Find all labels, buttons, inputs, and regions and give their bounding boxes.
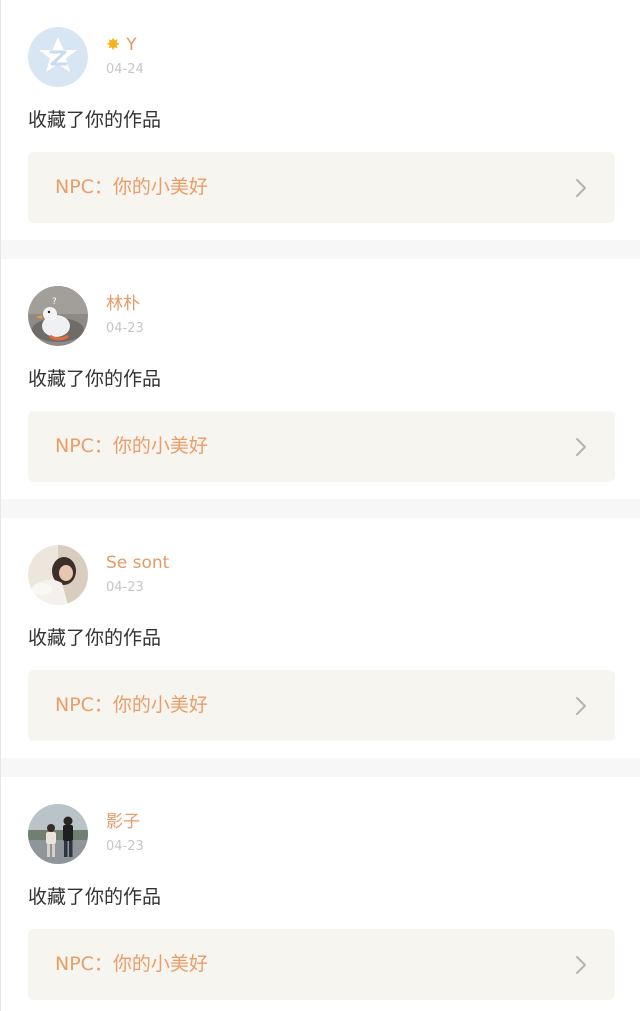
avatar[interactable]	[28, 27, 88, 87]
notification-item: ✸ Y 04-24 收藏了你的作品 NPC：你的小美好	[1, 0, 640, 240]
avatar[interactable]	[28, 804, 88, 864]
user-name[interactable]: Se sont	[106, 552, 169, 574]
section-divider	[1, 240, 640, 259]
notification-item: 影子 04-23 收藏了你的作品 NPC：你的小美好	[1, 777, 640, 1011]
timestamp: 04-23	[106, 580, 144, 595]
timestamp: 04-23	[106, 839, 144, 854]
work-link[interactable]: NPC：你的小美好	[28, 670, 615, 741]
notification-item: ? 林朴 04-23 收藏了你的作品 NPC：你的小美好	[1, 259, 640, 499]
work-title: NPC：你的小美好	[55, 176, 208, 198]
work-link[interactable]: NPC：你的小美好	[28, 152, 615, 223]
girl-photo-avatar-icon	[28, 545, 88, 605]
work-link[interactable]: NPC：你的小美好	[28, 411, 615, 482]
notification-item: Se sont 04-23 收藏了你的作品 NPC：你的小美好	[1, 518, 640, 758]
timestamp: 04-23	[106, 321, 144, 336]
timestamp: 04-24	[106, 62, 144, 77]
svg-text:?: ?	[52, 297, 57, 307]
notification-feed: ✸ Y 04-24 收藏了你的作品 NPC：你的小美好 ? 林朴 04-23 收…	[0, 0, 640, 1011]
user-name[interactable]: ✸ Y	[106, 34, 137, 56]
user-name[interactable]: 影子	[106, 811, 140, 833]
action-text: 收藏了你的作品	[28, 109, 162, 131]
section-divider	[1, 499, 640, 518]
duck-avatar-icon: ?	[28, 286, 88, 346]
action-text: 收藏了你的作品	[28, 886, 162, 908]
section-divider	[1, 758, 640, 777]
chevron-right-icon	[575, 437, 587, 457]
avatar[interactable]	[28, 545, 88, 605]
work-title: NPC：你的小美好	[55, 953, 208, 975]
couple-photo-avatar-icon	[28, 804, 88, 864]
avatar[interactable]: ?	[28, 286, 88, 346]
action-text: 收藏了你的作品	[28, 627, 162, 649]
work-link[interactable]: NPC：你的小美好	[28, 929, 615, 1000]
chevron-right-icon	[575, 955, 587, 975]
default-z-avatar-icon	[28, 27, 88, 87]
sun-icon: ✸	[106, 35, 121, 55]
work-title: NPC：你的小美好	[55, 694, 208, 716]
chevron-right-icon	[575, 696, 587, 716]
user-name[interactable]: 林朴	[106, 293, 140, 315]
action-text: 收藏了你的作品	[28, 368, 162, 390]
work-title: NPC：你的小美好	[55, 435, 208, 457]
chevron-right-icon	[575, 178, 587, 198]
